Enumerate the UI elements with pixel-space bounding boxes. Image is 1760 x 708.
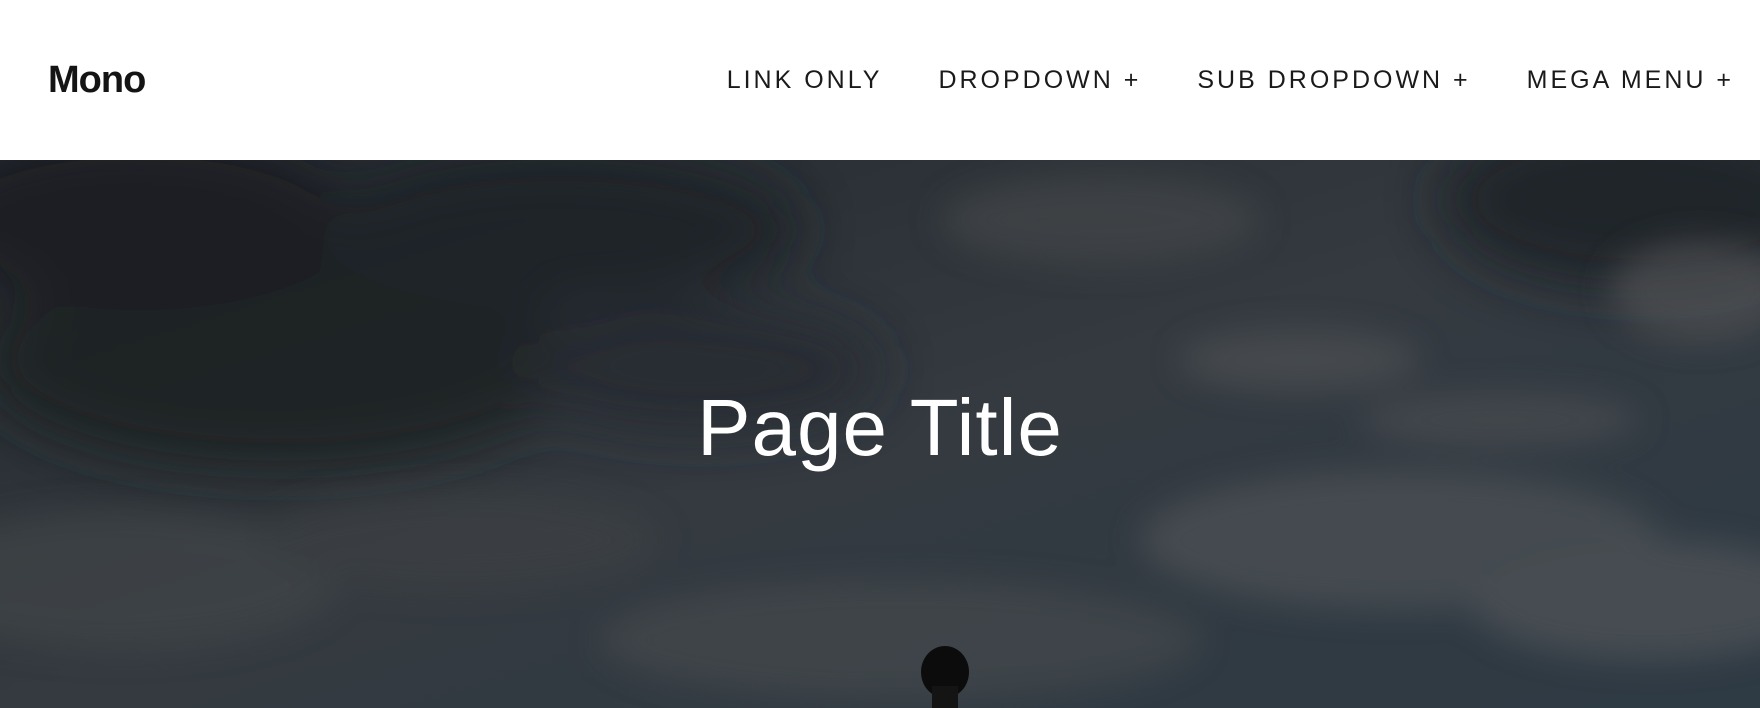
nav-sub-dropdown[interactable]: SUB DROPDOWN + xyxy=(1197,66,1470,95)
site-logo[interactable]: Mono xyxy=(48,59,146,102)
nav-link-only[interactable]: LINK ONLY xyxy=(727,66,883,95)
hero-banner: Page Title xyxy=(0,160,1760,708)
nav-dropdown[interactable]: DROPDOWN + xyxy=(938,66,1141,95)
nav-mega-menu[interactable]: MEGA MENU + xyxy=(1527,66,1734,95)
site-header: Mono LINK ONLY DROPDOWN + SUB DROPDOWN +… xyxy=(0,0,1760,160)
main-nav: LINK ONLY DROPDOWN + SUB DROPDOWN + MEGA… xyxy=(727,66,1734,95)
page-title: Page Title xyxy=(697,383,1063,472)
person-silhouette xyxy=(921,646,969,708)
page: Mono LINK ONLY DROPDOWN + SUB DROPDOWN +… xyxy=(0,0,1760,708)
